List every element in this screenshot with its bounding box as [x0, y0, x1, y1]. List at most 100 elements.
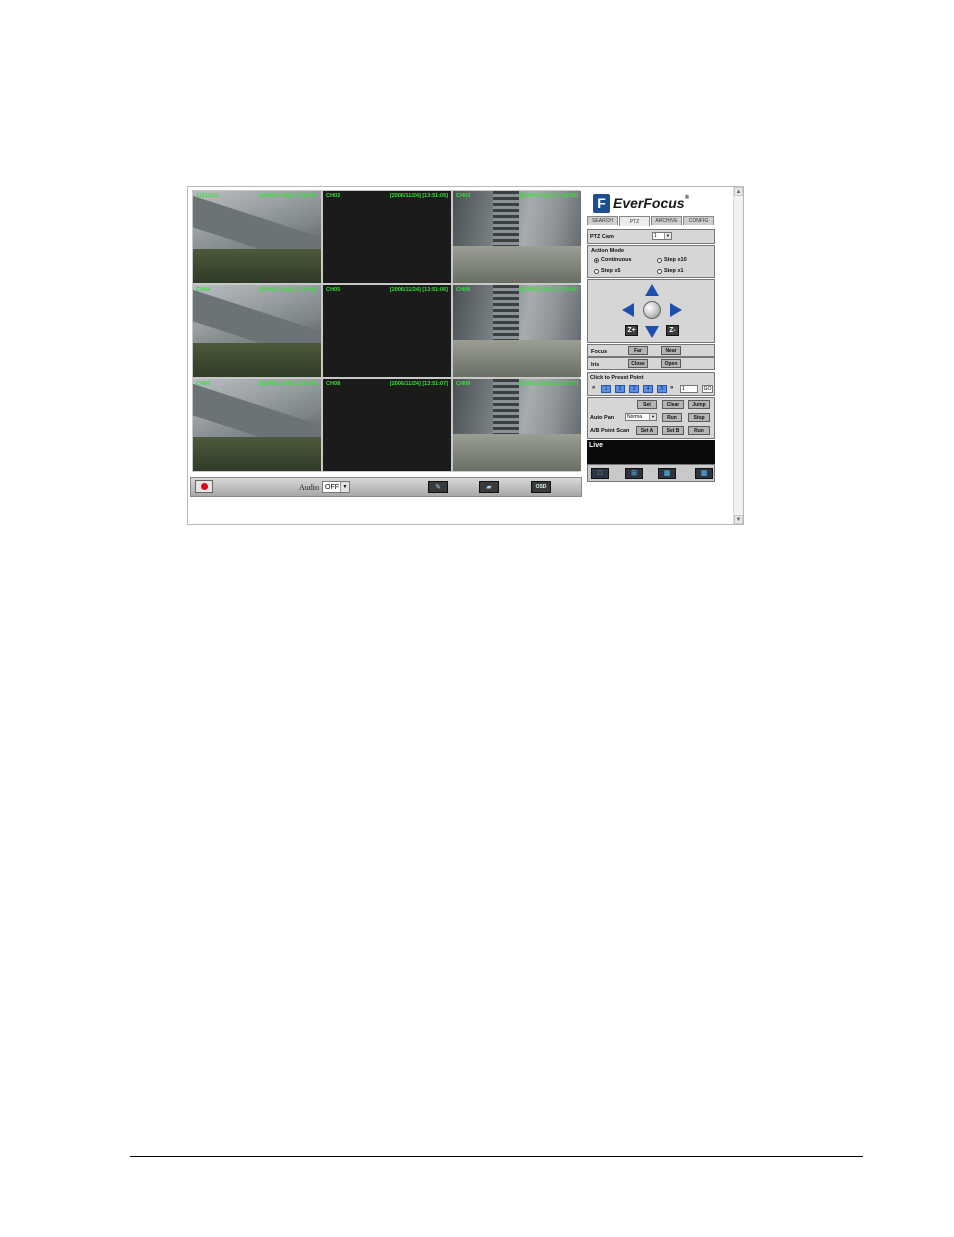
ab-run-button[interactable]: Run	[688, 426, 710, 435]
radio-off-icon	[657, 257, 662, 263]
audio-select[interactable]: OFF ▼	[322, 481, 350, 493]
set-b-button[interactable]: Set B	[662, 426, 684, 435]
auto-pan-run-button[interactable]: Run	[662, 413, 682, 422]
channel-label: CH07	[196, 381, 211, 387]
channel-tile-8[interactable]: CH08 [2006/11/24] [13:51:07]	[323, 379, 451, 471]
channel-tile-2[interactable]: CH02 [2006/11/24] [13:51:05]	[323, 191, 451, 283]
action-mode-section: Action Mode Continuous Step x10 Step x5 …	[587, 245, 715, 278]
preset-prev-icon[interactable]: «	[592, 385, 595, 391]
scroll-up-icon[interactable]: ▲	[734, 187, 743, 196]
osd-button[interactable]: OSD	[531, 481, 551, 493]
channel-timestamp: [2006/11/24] [13:51:06]	[519, 287, 578, 293]
tab-search[interactable]: SEARCH	[587, 216, 618, 225]
arrow-right-icon[interactable]	[670, 303, 682, 317]
tab-archive[interactable]: ARCHIVE	[651, 216, 682, 225]
clear-button[interactable]: Clear	[662, 400, 684, 409]
channel-tile-5[interactable]: CH05 [2006/11/24] [13:51:06]	[323, 285, 451, 377]
channel-timestamp: [2006/11/24] [13:51:07]	[259, 381, 318, 387]
brand-name: EverFocus®	[613, 195, 690, 211]
direction-pad: Z+ Z-	[587, 279, 715, 343]
iris-label: Iris	[591, 362, 600, 368]
layout-3x3-button[interactable]: ▦	[658, 468, 676, 479]
preset-next-icon[interactable]: »	[670, 385, 673, 391]
preset-number-input[interactable]: 1	[680, 385, 698, 393]
mode-step1-radio[interactable]: Step x1	[657, 268, 684, 274]
channel-tile-6[interactable]: CH06 [2006/11/24] [13:51:06]	[453, 285, 581, 377]
channel-label: CH08	[326, 381, 341, 387]
camera-grid: 11111111 [2006/11/24] [13:51:05] CH02 [2…	[192, 190, 581, 472]
arrow-down-icon[interactable]	[645, 326, 659, 338]
iris-open-button[interactable]: Open	[661, 359, 681, 368]
focus-row: Focus Far Near	[587, 344, 715, 357]
folder-button[interactable]: ▰	[479, 481, 499, 493]
live-status-box: Live	[587, 440, 715, 464]
radio-off-icon	[594, 268, 599, 274]
camera-feed-image	[453, 285, 581, 377]
tab-config[interactable]: CONFIG	[683, 216, 714, 225]
layout-buttons: □ ⊞ ▦ ▦	[587, 464, 715, 482]
preset-go-button[interactable]: GO	[702, 385, 713, 393]
mode-step10-radio[interactable]: Step x10	[657, 257, 687, 263]
iris-close-button[interactable]: Close	[628, 359, 648, 368]
ptz-cam-select[interactable]: 1 ▼	[652, 232, 672, 240]
scroll-down-icon[interactable]: ▼	[734, 515, 743, 524]
sixteen-view-icon: ▦	[700, 470, 708, 477]
auto-pan-stop-button[interactable]: Stop	[688, 413, 710, 422]
live-label: Live	[589, 442, 604, 449]
quad-view-icon: ⊞	[631, 470, 637, 477]
panel-tabs: SEARCH PTZ ARCHIVE CONFIG	[587, 216, 715, 226]
arrow-up-icon[interactable]	[645, 284, 659, 296]
ptz-center-button[interactable]	[643, 301, 661, 319]
set-button[interactable]: Set	[637, 400, 657, 409]
preset-button-2[interactable]: 2	[615, 385, 625, 393]
preset-actions-section: Set Clear Jump Auto Pan Norma ▼ Run Stop…	[587, 397, 715, 439]
snapshot-button[interactable]: ✎	[428, 481, 448, 493]
single-view-icon: □	[597, 470, 603, 477]
ptz-cam-label: PTZ Cam	[590, 234, 614, 240]
preset-button-3[interactable]: 3	[629, 385, 639, 393]
set-a-button[interactable]: Set A	[636, 426, 658, 435]
camera-feed-image	[453, 191, 581, 283]
preset-label: Click to Preset Point	[590, 375, 644, 381]
nine-view-icon: ▦	[663, 470, 671, 477]
vertical-scrollbar[interactable]: ▲ ▼	[733, 187, 743, 524]
browser-frame: 11111111 [2006/11/24] [13:51:05] CH02 [2…	[187, 186, 744, 525]
preset-button-4[interactable]: 4	[643, 385, 653, 393]
chevron-down-icon: ▼	[340, 482, 349, 492]
record-icon	[200, 483, 208, 490]
channel-timestamp: [2006/11/24] [13:51:06]	[259, 287, 318, 293]
radio-off-icon	[657, 268, 662, 274]
channel-tile-9[interactable]: CH09 [2006/11/24] [13:51:07]	[453, 379, 581, 471]
layout-4x4-button[interactable]: ▦	[695, 468, 713, 479]
zoom-in-button[interactable]: Z+	[625, 325, 638, 336]
channel-label: CH09	[456, 381, 471, 387]
channel-tile-1[interactable]: 11111111 [2006/11/24] [13:51:05]	[193, 191, 321, 283]
focus-near-button[interactable]: Near	[661, 346, 681, 355]
mode-step5-radio[interactable]: Step x5	[594, 268, 621, 274]
auto-pan-select[interactable]: Norma ▼	[625, 413, 657, 421]
channel-timestamp: [2006/11/24] [13:51:05]	[259, 193, 318, 199]
iris-row: Iris Close Open	[587, 357, 715, 370]
preset-button-1[interactable]: 1	[601, 385, 611, 393]
ab-scan-label: A/B Point Scan	[590, 428, 630, 434]
channel-timestamp: [2006/11/24] [13:51:05]	[519, 193, 578, 199]
record-button[interactable]	[195, 480, 213, 493]
folder-icon: ▰	[486, 484, 492, 491]
preset-button-5[interactable]: 5	[657, 385, 667, 393]
focus-far-button[interactable]: Far	[628, 346, 648, 355]
zoom-out-button[interactable]: Z-	[666, 325, 679, 336]
arrow-left-icon[interactable]	[622, 303, 634, 317]
mode-continuous-radio[interactable]: Continuous	[594, 257, 632, 263]
layout-2x2-button[interactable]: ⊞	[625, 468, 643, 479]
layout-1x1-button[interactable]: □	[591, 468, 609, 479]
channel-tile-7[interactable]: CH07 [2006/11/24] [13:51:07]	[193, 379, 321, 471]
tab-ptz[interactable]: PTZ	[619, 216, 650, 226]
chevron-down-icon: ▼	[664, 233, 671, 239]
radio-on-icon	[594, 257, 599, 263]
ptz-cam-section: PTZ Cam 1 ▼	[587, 229, 715, 244]
channel-timestamp: [2006/11/24] [13:51:07]	[389, 381, 448, 387]
channel-tile-4[interactable]: CH04 [2006/11/24] [13:51:06]	[193, 285, 321, 377]
channel-timestamp: [2006/11/24] [13:51:06]	[389, 287, 448, 293]
jump-button[interactable]: Jump	[688, 400, 710, 409]
channel-tile-3[interactable]: CH03 [2006/11/24] [13:51:05]	[453, 191, 581, 283]
